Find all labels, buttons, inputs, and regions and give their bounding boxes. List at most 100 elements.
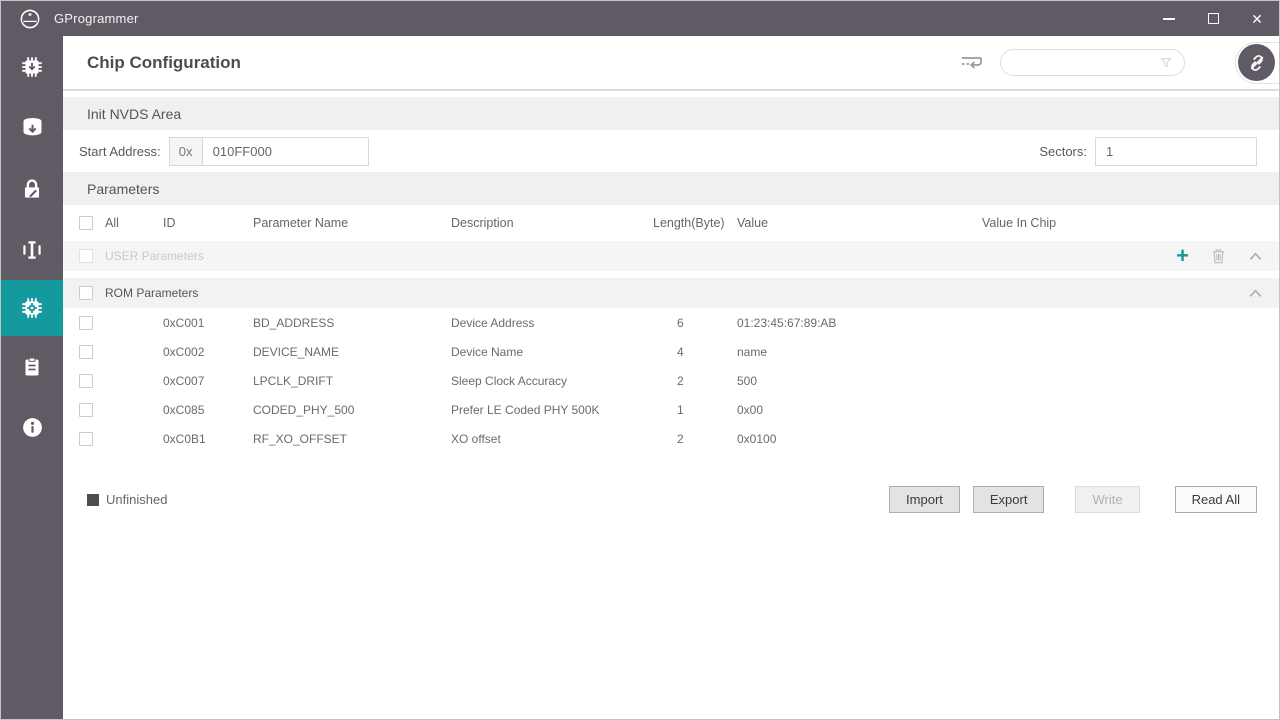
hex-prefix: 0x xyxy=(169,137,202,166)
footer: Unfinished Import Export Write Read All xyxy=(63,486,1279,513)
export-button[interactable]: Export xyxy=(973,486,1045,513)
collapse-user-group-icon[interactable] xyxy=(1248,251,1263,262)
user-group-checkbox xyxy=(79,249,93,263)
sidebar-item-about[interactable] xyxy=(1,397,63,458)
param-row: 0xC0B1RF_XO_OFFSETXO offset20x0100 xyxy=(63,424,1279,453)
sectors-input[interactable] xyxy=(1095,137,1257,166)
column-id: ID xyxy=(163,216,253,230)
collapse-rows-icon[interactable] xyxy=(960,52,984,74)
sidebar-item-chip-configuration[interactable] xyxy=(1,280,63,336)
sidebar-item-device-log[interactable] xyxy=(1,336,63,397)
param-name: LPCLK_DRIFT xyxy=(253,374,451,388)
param-all-spacer xyxy=(105,322,163,323)
param-row-checkbox[interactable] xyxy=(79,432,93,446)
encrypt-sign-lock-icon xyxy=(19,176,45,202)
import-button[interactable]: Import xyxy=(889,486,960,513)
efuse-layout-icon xyxy=(19,237,45,263)
about-info-icon xyxy=(20,415,45,440)
param-value-in-chip xyxy=(982,438,1263,439)
param-name: DEVICE_NAME xyxy=(253,345,451,359)
param-all-spacer xyxy=(105,438,163,439)
param-description: Device Address xyxy=(451,316,653,330)
parameters-title: Parameters xyxy=(87,181,159,197)
rom-group-checkbox[interactable] xyxy=(79,286,93,300)
page-header: Chip Configuration xyxy=(63,36,1279,91)
user-group-label: USER Parameters xyxy=(105,249,737,263)
firmware-download-chip-icon xyxy=(19,54,45,80)
param-value-in-chip xyxy=(982,409,1263,410)
connection-pill xyxy=(1235,42,1279,84)
param-length: 2 xyxy=(653,374,737,388)
search-input[interactable] xyxy=(1011,56,1158,70)
rom-parameters-group-row[interactable]: ROM Parameters xyxy=(63,278,1279,308)
param-length: 6 xyxy=(653,316,737,330)
param-row-checkbox[interactable] xyxy=(79,345,93,359)
param-name: BD_ADDRESS xyxy=(253,316,451,330)
start-address-label: Start Address: xyxy=(79,144,161,159)
maximize-icon[interactable] xyxy=(1191,1,1235,36)
connect-button[interactable] xyxy=(1238,44,1275,81)
titlebar: GProgrammer ✕ xyxy=(1,1,1279,36)
app-title: GProgrammer xyxy=(54,11,139,26)
param-value: 0x0100 xyxy=(737,432,982,446)
param-row: 0xC085CODED_PHY_500Prefer LE Coded PHY 5… xyxy=(63,395,1279,424)
write-button: Write xyxy=(1075,486,1139,513)
chip-configuration-icon xyxy=(19,295,45,321)
param-row: 0xC001BD_ADDRESSDevice Address601:23:45:… xyxy=(63,308,1279,337)
read-all-button[interactable]: Read All xyxy=(1175,486,1257,513)
param-description: XO offset xyxy=(451,432,653,446)
app-logo-icon xyxy=(19,8,41,30)
param-all-spacer xyxy=(105,380,163,381)
param-value: 500 xyxy=(737,374,982,388)
param-value: name xyxy=(737,345,982,359)
param-row-checkbox[interactable] xyxy=(79,316,93,330)
param-name: RF_XO_OFFSET xyxy=(253,432,451,446)
param-length: 2 xyxy=(653,432,737,446)
column-parameter-name: Parameter Name xyxy=(253,216,451,230)
filter-icon[interactable] xyxy=(1158,55,1174,71)
delete-parameter-icon[interactable] xyxy=(1210,247,1227,265)
select-all-checkbox[interactable] xyxy=(79,216,93,230)
param-value-in-chip xyxy=(982,351,1263,352)
user-parameters-group-row[interactable]: USER Parameters + xyxy=(63,241,1279,271)
window-controls: ✕ xyxy=(1147,1,1279,36)
app-window: GProgrammer ✕ xyxy=(0,0,1280,720)
unfinished-swatch xyxy=(87,494,99,506)
add-parameter-icon[interactable]: + xyxy=(1176,245,1189,267)
param-all-spacer xyxy=(105,409,163,410)
param-id: 0xC085 xyxy=(163,403,253,417)
sidebar-item-flash[interactable] xyxy=(1,97,63,158)
param-id: 0xC001 xyxy=(163,316,253,330)
rom-group-label: ROM Parameters xyxy=(105,286,737,300)
sidebar-item-encrypt-sign[interactable] xyxy=(1,158,63,219)
param-row-checkbox[interactable] xyxy=(79,374,93,388)
collapse-rom-group-icon[interactable] xyxy=(1248,288,1263,299)
sidebar-item-efuse[interactable] xyxy=(1,219,63,280)
sectors-group: Sectors: xyxy=(1039,137,1257,166)
param-name: CODED_PHY_500 xyxy=(253,403,451,417)
column-value: Value xyxy=(737,216,982,230)
init-nvds-section-header: Init NVDS Area xyxy=(63,97,1279,130)
param-value: 0x00 xyxy=(737,403,982,417)
start-address-group: 0x xyxy=(169,137,369,166)
unfinished-legend: Unfinished xyxy=(87,492,167,507)
close-icon[interactable]: ✕ xyxy=(1235,1,1279,36)
sidebar-item-firmware[interactable] xyxy=(1,36,63,97)
param-value-in-chip xyxy=(982,380,1263,381)
start-address-input[interactable] xyxy=(202,137,369,166)
parameters-section-header: Parameters xyxy=(63,172,1279,205)
sectors-label: Sectors: xyxy=(1039,144,1087,159)
footer-buttons: Import Export Write Read All xyxy=(889,486,1257,513)
column-value-in-chip: Value In Chip xyxy=(982,216,1263,230)
minimize-icon[interactable] xyxy=(1147,1,1191,36)
param-value: 01:23:45:67:89:AB xyxy=(737,316,982,330)
filter-search-box xyxy=(1000,49,1185,76)
init-nvds-title: Init NVDS Area xyxy=(87,106,181,122)
column-length: Length(Byte) xyxy=(653,216,737,230)
disconnected-link-icon xyxy=(1247,53,1267,73)
main-content: Chip Configuration xyxy=(63,36,1279,719)
param-row: 0xC007LPCLK_DRIFTSleep Clock Accuracy250… xyxy=(63,366,1279,395)
param-all-spacer xyxy=(105,351,163,352)
param-row-checkbox[interactable] xyxy=(79,403,93,417)
page-title: Chip Configuration xyxy=(87,53,241,73)
